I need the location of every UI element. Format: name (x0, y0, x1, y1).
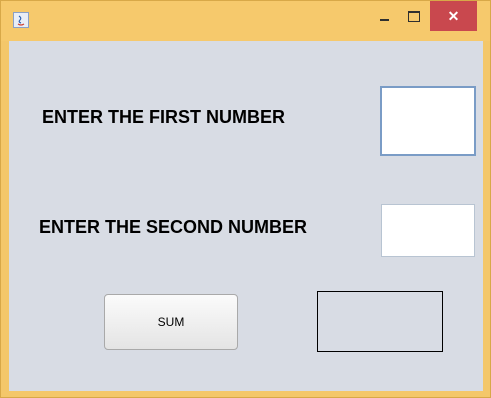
java-app-icon[interactable] (13, 12, 29, 28)
close-button[interactable]: ✕ (430, 1, 477, 31)
maximize-button[interactable] (399, 1, 428, 31)
title-bar[interactable]: ✕ (1, 1, 490, 41)
maximize-icon (407, 10, 420, 22)
minimize-icon (380, 19, 389, 21)
second-number-label: ENTER THE SECOND NUMBER (39, 217, 308, 237)
sum-button[interactable]: SUM (104, 294, 238, 350)
close-icon: ✕ (447, 7, 460, 24)
minimize-button[interactable] (370, 1, 399, 31)
sum-button-label: SUM (157, 315, 185, 329)
app-window: ✕ ENTER THE FIRST NUMBER ENTER THE SECON… (0, 0, 491, 398)
first-number-field[interactable] (380, 86, 476, 156)
first-number-label: ENTER THE FIRST NUMBER (42, 107, 285, 127)
second-number-field[interactable] (381, 204, 475, 257)
form-panel: ENTER THE FIRST NUMBER ENTER THE SECOND … (9, 41, 483, 391)
result-output (317, 291, 443, 352)
